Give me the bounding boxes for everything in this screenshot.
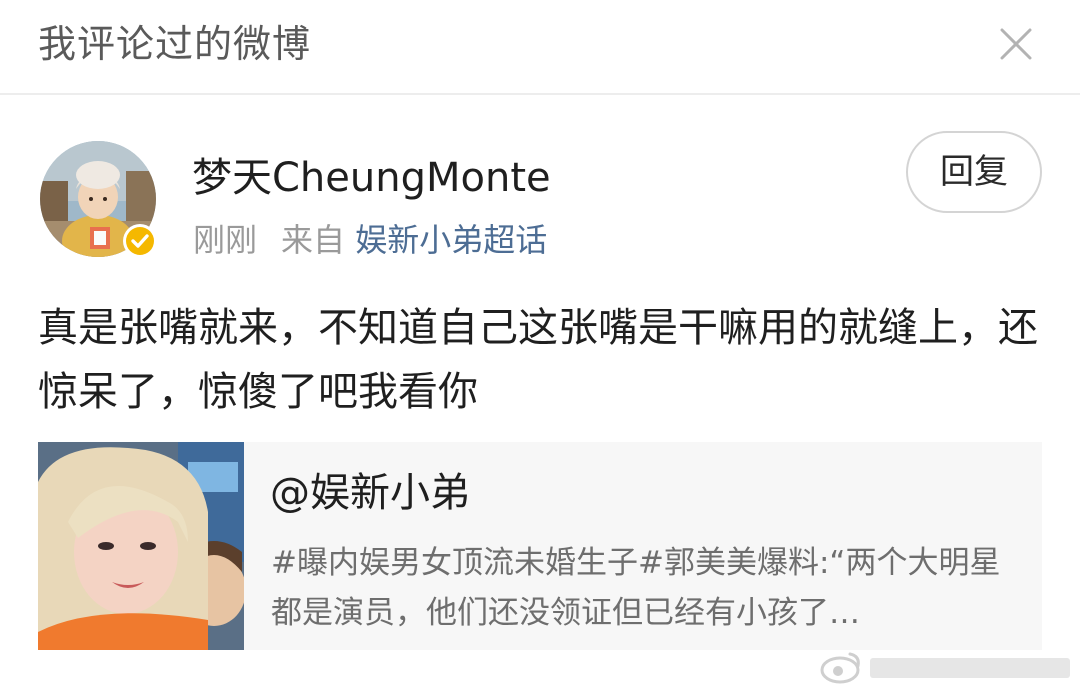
card-snippet: #曝内娱男女顶流未婚生子#郭美美爆料:“两个大明星都是演员，他们还没领证但已经有…: [271, 545, 1001, 631]
weibo-logo-icon: [820, 652, 1070, 684]
thumbnail-image: [38, 442, 244, 650]
post-time: 刚刚: [193, 221, 258, 259]
post-meta: 刚刚 来自 娱新小弟超话: [193, 216, 547, 264]
reply-button[interactable]: 回复: [906, 131, 1042, 213]
comment-text: 真是张嘴就来，不知道自己这张嘴是干嘛用的就缝上，还惊呆了，惊傻了吧我看你: [38, 305, 1038, 415]
avatar-container[interactable]: [40, 141, 160, 261]
username[interactable]: 梦天CheungMonte: [192, 150, 551, 206]
source-link[interactable]: 娱新小弟超话: [355, 221, 547, 259]
dialog-title: 我评论过的微博: [38, 22, 312, 66]
card-author: @娱新小弟: [270, 470, 470, 516]
dialog-header: 我评论过的微博: [0, 0, 1080, 95]
source-prefix: 来自: [281, 221, 346, 259]
close-icon: [1000, 28, 1032, 60]
verified-badge-icon: [123, 224, 157, 258]
card-thumbnail: [38, 442, 244, 650]
close-button[interactable]: [992, 20, 1040, 68]
quoted-post-card[interactable]: @娱新小弟 #曝内娱男女顶流未婚生子#郭美美爆料:“两个大明星都是演员，他们还没…: [38, 442, 1042, 650]
